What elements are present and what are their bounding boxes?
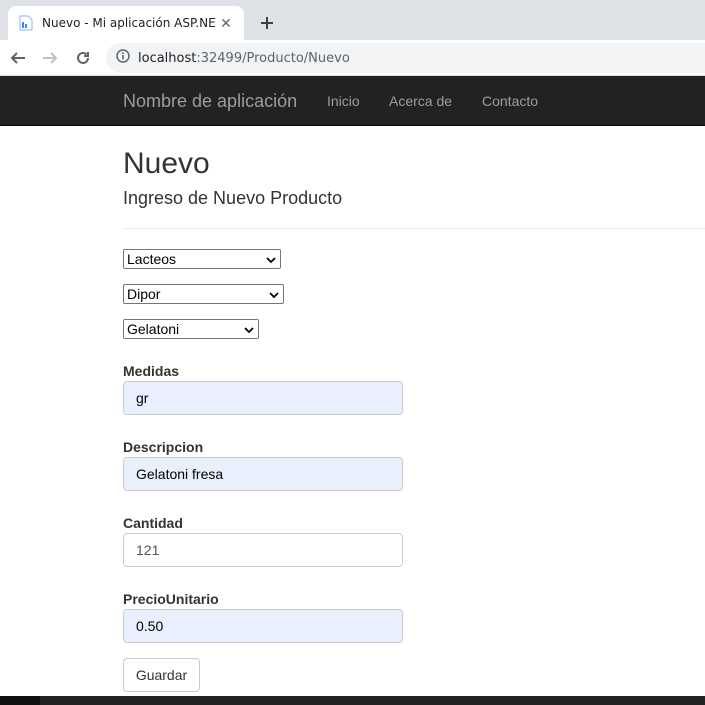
browser-tab-strip: Nuevo - Mi aplicación ASP.NET ✕ [0,0,705,40]
brand-select[interactable]: Dipor [123,284,284,304]
url-host: localhost [138,50,197,66]
site-navbar: Nombre de aplicación Inicio Acerca de Co… [0,76,705,126]
back-icon[interactable] [6,46,30,70]
forward-icon[interactable] [38,46,62,70]
nav-link-contacto[interactable]: Contacto [482,93,538,109]
close-tab-icon[interactable]: ✕ [216,13,236,33]
info-icon[interactable] [116,48,130,68]
divider [123,228,705,229]
chevron-down-icon [244,321,254,337]
page-icon [18,15,34,31]
cantidad-label: Cantidad [123,515,183,531]
page-subtitle: Ingreso de Nuevo Producto [123,188,343,208]
browser-tab[interactable]: Nuevo - Mi aplicación ASP.NET ✕ [8,6,244,40]
browser-toolbar: localhost:32499/Producto/Nuevo [0,40,705,76]
medidas-field[interactable]: gr [123,381,403,415]
url-text: localhost:32499/Producto/Nuevo [138,51,350,66]
precio-unitario-value: 0.50 [136,618,164,634]
cantidad-value: 121 [136,542,160,558]
url-path: :32499/Producto/Nuevo [196,50,350,66]
category-select[interactable]: Lacteos [123,249,281,269]
guardar-button[interactable]: Guardar [123,658,200,692]
descripcion-field[interactable]: Gelatoni fresa [123,457,403,491]
product-select-value: Gelatoni [127,321,180,337]
address-bar[interactable]: localhost:32499/Producto/Nuevo [106,43,705,73]
descripcion-value: Gelatoni fresa [136,466,224,482]
page-title: Nuevo [123,147,210,180]
cantidad-field[interactable]: 121 [123,533,403,567]
medidas-value: gr [136,390,149,406]
precio-unitario-field[interactable]: 0.50 [123,609,403,643]
new-tab-icon[interactable] [256,12,278,34]
nav-link-inicio[interactable]: Inicio [327,93,360,109]
bottom-bar-edge [0,696,40,705]
product-select[interactable]: Gelatoni [123,319,259,339]
brand-select-value: Dipor [127,286,161,302]
descripcion-label: Descripcion [123,439,204,455]
precio-unitario-label: PrecioUnitario [123,591,219,607]
nav-link-acerca-de[interactable]: Acerca de [389,93,452,109]
category-select-value: Lacteos [127,251,177,267]
bottom-bar [0,696,705,705]
reload-icon[interactable] [71,46,95,70]
navbar-brand[interactable]: Nombre de aplicación [123,91,297,112]
medidas-label: Medidas [123,363,180,379]
chevron-down-icon [266,251,276,267]
chevron-down-icon [269,286,279,302]
tab-title: Nuevo - Mi aplicación ASP.NET [42,16,216,30]
